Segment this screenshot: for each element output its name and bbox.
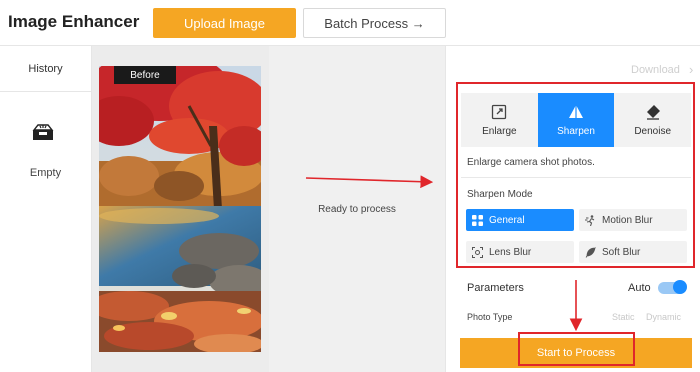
history-sidebar: History Empty [0,46,92,372]
ready-status-text: Ready to process [318,204,396,215]
upload-image-button[interactable]: Upload Image [153,8,296,38]
photo-type-static[interactable]: Static [612,312,635,322]
autumn-lake-photo [99,66,261,352]
before-badge: Before [114,66,176,84]
app-title: Image Enhancer [8,12,140,31]
download-link[interactable]: Download [631,64,680,76]
history-empty-label: Empty [29,167,62,179]
auto-label: Auto [628,282,651,294]
parameters-label: Parameters [467,282,524,294]
annotation-box-start [518,332,635,366]
photo-type-label: Photo Type [467,312,513,322]
chevron-right-icon: › [689,62,694,77]
image-preview-area [92,46,269,372]
process-status-area: Ready to process [269,46,445,372]
annotation-box-settings [456,82,695,268]
app-header: Image Enhancer Upload Image Batch Proces… [0,0,700,46]
inbox-tray-icon [32,124,54,140]
auto-toggle[interactable] [658,280,687,294]
history-tab[interactable]: History [0,46,91,92]
photo-type-dynamic[interactable]: Dynamic [646,312,681,322]
batch-process-button[interactable]: Batch Process → [303,8,446,38]
toggle-knob [673,280,687,294]
